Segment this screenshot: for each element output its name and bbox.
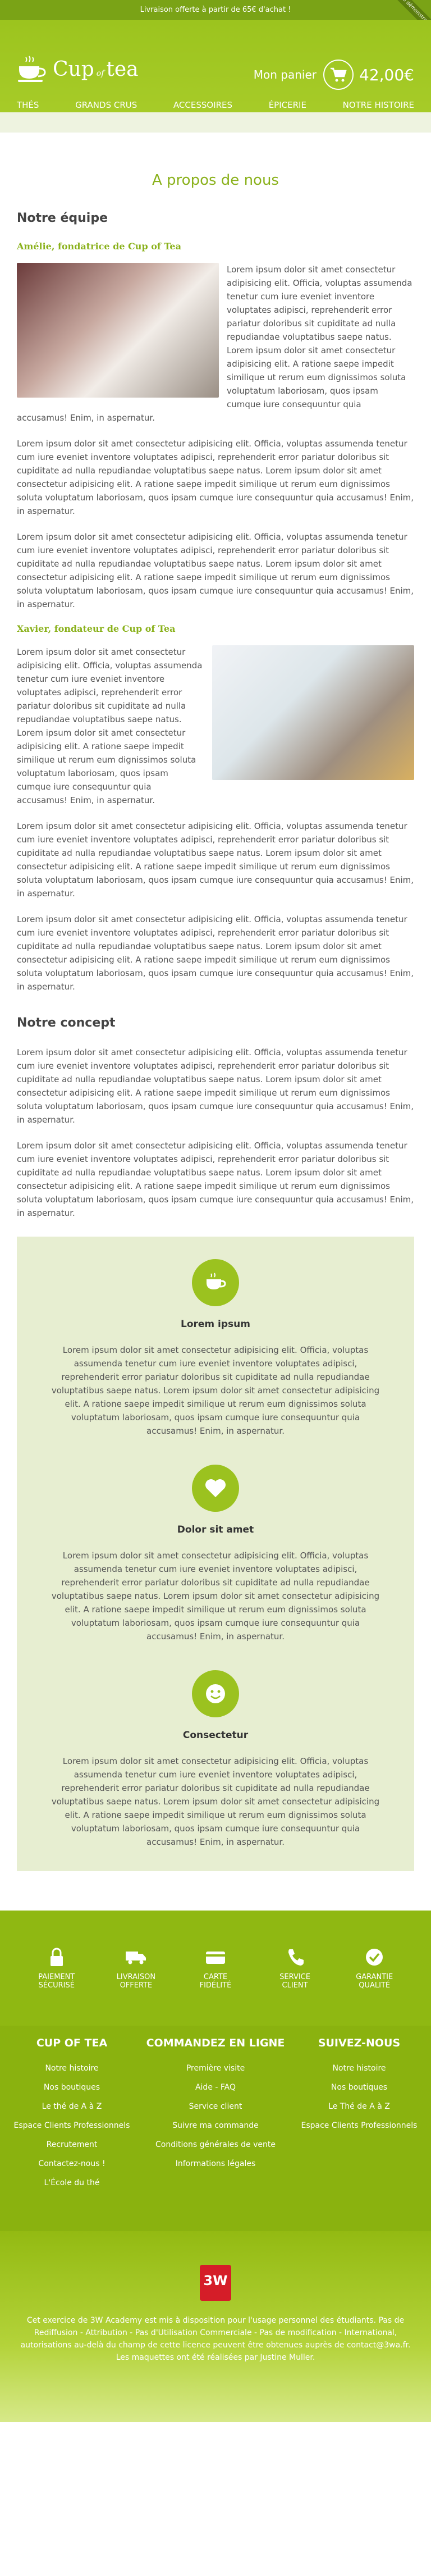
logo-tea-text: tea	[106, 57, 139, 81]
footer-column-title: SUIVEZ-NOUS	[318, 2037, 401, 2049]
footer-link[interactable]: Espace Clients Professionnels	[0, 2121, 144, 2130]
header-bottom-band	[0, 112, 431, 133]
feature-text: Lorem ipsum dolor sit amet consectetur a…	[51, 1551, 380, 1642]
reassurance-line1: CARTE	[203, 1972, 228, 1981]
card-icon	[182, 1947, 249, 1967]
lock-icon	[23, 1947, 90, 1967]
heart-icon	[192, 1465, 239, 1512]
cart-widget[interactable]: Mon panier 42,00€	[254, 60, 414, 90]
feature-item: Lorem ipsum Lorem ipsum dolor sit amet c…	[45, 1259, 386, 1438]
footer-link[interactable]: Nos boutiques	[287, 2083, 431, 2092]
cart-label: Mon panier	[253, 68, 317, 81]
footer-link[interactable]: Contactez-nous !	[0, 2159, 144, 2168]
footer-link[interactable]: Notre histoire	[287, 2064, 431, 2073]
footer-link[interactable]: Espace Clients Professionnels	[287, 2121, 431, 2130]
footer-link[interactable]: L'École du thé	[0, 2178, 144, 2187]
reassurance-line2: CLIENT	[282, 1981, 308, 1990]
cart-total: 42,00€	[359, 65, 414, 84]
site-header: Cup of tea Mon panier 42,00€ THÉS GRANDS C…	[0, 20, 431, 133]
footer-column-commandez: COMMANDEZ EN LIGNE Première visite Aide …	[144, 2037, 287, 2197]
reassurance-line2: OFFERTE	[120, 1981, 153, 1990]
reassurance-item: CARTE FIDÉLITÉ	[182, 1947, 249, 1990]
truck-icon	[102, 1947, 169, 1967]
nav-item-grands-crus[interactable]: GRANDS CRUS	[75, 100, 137, 110]
footer-link[interactable]: Informations légales	[144, 2159, 287, 2168]
feature-text: Lorem ipsum dolor sit amet consectetur a…	[51, 1756, 380, 1847]
footer-link[interactable]: Conditions générales de vente	[144, 2140, 287, 2149]
reassurance-bar: PAIEMENT SÉCURISÉ LIVRAISON OFFERTE CART…	[0, 1911, 431, 2026]
legal-section: 3W Cet exercice de 3W Academy est mis à …	[0, 2231, 431, 2422]
page-title: A propos de nous	[152, 172, 279, 189]
footer-link[interactable]: Le Thé de A à Z	[287, 2102, 431, 2111]
feature-text: Lorem ipsum dolor sit amet consectetur a…	[51, 1345, 380, 1436]
cart-icon[interactable]	[323, 60, 354, 90]
footer-column-title: COMMANDEZ EN LIGNE	[146, 2037, 285, 2049]
logo-of-text: of	[96, 69, 104, 78]
amelie-paragraph-2: Lorem ipsum dolor sit amet consectetur a…	[17, 439, 414, 516]
main-nav: THÉS GRANDS CRUS ACCESSOIRES ÉPICERIE NO…	[0, 100, 431, 110]
teacup-icon	[17, 55, 48, 83]
footer-link[interactable]: Nos boutiques	[0, 2083, 144, 2092]
main-content: A propos de nous Notre équipe Amélie, fo…	[0, 133, 431, 1871]
xavier-heading: Xavier, fondateur de Cup of Tea	[17, 623, 176, 634]
footer-link[interactable]: Aide - FAQ	[144, 2083, 287, 2092]
xavier-paragraph-3: Lorem ipsum dolor sit amet consectetur a…	[17, 914, 414, 992]
phone-icon	[262, 1947, 329, 1967]
feature-item: Consectetur Lorem ipsum dolor sit amet c…	[45, 1670, 386, 1849]
nav-item-accessoires[interactable]: ACCESSOIRES	[173, 100, 232, 110]
feature-title: Consectetur	[182, 1730, 249, 1741]
reassurance-item: PAIEMENT SÉCURISÉ	[23, 1947, 90, 1990]
reassurance-line2: SÉCURISÉ	[38, 1981, 75, 1990]
logo-cup-text: Cup	[53, 57, 94, 81]
footer-link[interactable]: Le thé de A à Z	[0, 2102, 144, 2111]
amelie-photo	[17, 263, 219, 398]
reassurance-line2: FIDÉLITÉ	[199, 1981, 232, 1990]
demo-ribbon: Site démonstratif	[387, 0, 431, 20]
legal-text: Cet exercice de 3W Academy est mis à dis…	[20, 2316, 411, 2362]
promo-text: Livraison offerte à partir de 65€ d'acha…	[140, 6, 291, 14]
feature-item: Dolor sit amet Lorem ipsum dolor sit ame…	[45, 1465, 386, 1643]
footer-column-suivez-nous: SUIVEZ-NOUS Notre histoire Nos boutiques…	[287, 2037, 431, 2197]
footer-link[interactable]: Suivre ma commande	[144, 2121, 287, 2130]
smile-icon	[192, 1670, 239, 1717]
reassurance-item: SERVICE CLIENT	[262, 1947, 329, 1990]
concept-features: Lorem ipsum Lorem ipsum dolor sit amet c…	[17, 1237, 414, 1871]
xavier-photo	[212, 645, 414, 780]
reassurance-line1: LIVRAISON	[116, 1972, 156, 1981]
reassurance-item: GARANTIE QUALITÉ	[341, 1947, 408, 1990]
footer-link[interactable]: Première visite	[144, 2064, 287, 2073]
amelie-heading: Amélie, fondatrice de Cup of Tea	[17, 241, 181, 252]
footer-links: CUP OF TEA Notre histoire Nos boutiques …	[0, 2026, 431, 2231]
concept-paragraph-2: Lorem ipsum dolor sit amet consectetur a…	[17, 1141, 414, 1218]
logo[interactable]: Cup of tea	[17, 55, 139, 83]
reassurance-line1: PAIEMENT	[38, 1972, 75, 1981]
feature-title: Dolor sit amet	[177, 1524, 254, 1535]
footer-link[interactable]: Recrutement	[0, 2140, 144, 2149]
xavier-paragraph-2: Lorem ipsum dolor sit amet consectetur a…	[17, 821, 414, 899]
cup-icon	[192, 1259, 239, 1306]
nav-item-notre-histoire[interactable]: NOTRE HISTOIRE	[343, 100, 414, 110]
amelie-paragraph-3: Lorem ipsum dolor sit amet consectetur a…	[17, 532, 414, 609]
feature-title: Lorem ipsum	[181, 1319, 250, 1330]
footer-column-cup-of-tea: CUP OF TEA Notre histoire Nos boutiques …	[0, 2037, 144, 2197]
reassurance-line1: SERVICE	[279, 1972, 310, 1981]
nav-item-epicerie[interactable]: ÉPICERIE	[269, 100, 306, 110]
footer-column-title: CUP OF TEA	[36, 2037, 108, 2049]
footer-link[interactable]: Notre histoire	[0, 2064, 144, 2073]
reassurance-line1: GARANTIE	[356, 1972, 393, 1981]
reassurance-item: LIVRAISON OFFERTE	[102, 1947, 169, 1990]
team-heading: Notre équipe	[17, 211, 108, 225]
3w-academy-logo: 3W	[200, 2265, 231, 2301]
reassurance-line2: QUALITÉ	[359, 1981, 391, 1990]
promo-bar: Livraison offerte à partir de 65€ d'acha…	[0, 0, 431, 20]
check-icon	[341, 1947, 408, 1967]
nav-item-thes[interactable]: THÉS	[17, 100, 39, 110]
footer-link[interactable]: Service client	[144, 2102, 287, 2111]
concept-paragraph-1: Lorem ipsum dolor sit amet consectetur a…	[17, 1047, 414, 1125]
concept-heading: Notre concept	[17, 1016, 116, 1030]
